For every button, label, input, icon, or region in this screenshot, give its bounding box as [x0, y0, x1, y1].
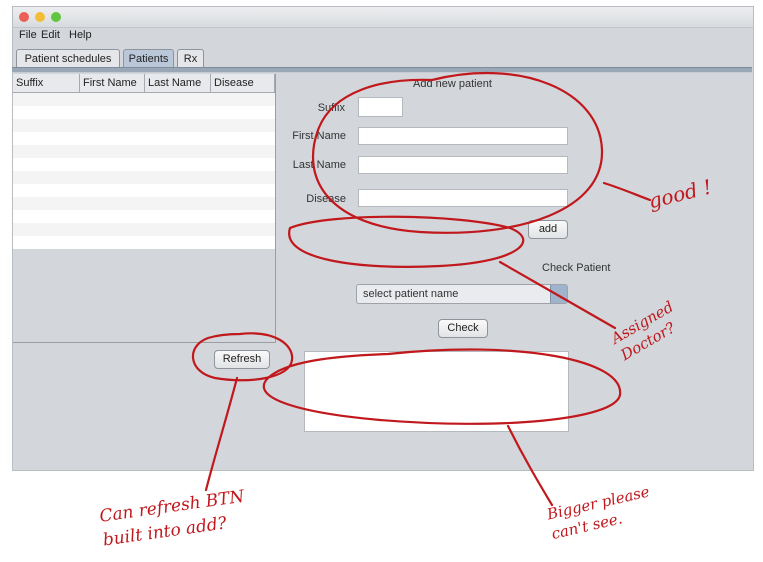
tab-content-border	[12, 67, 752, 73]
disease-label: Disease	[306, 193, 346, 205]
patient-select[interactable]: select patient name	[356, 284, 568, 304]
first-name-label: First Name	[292, 130, 346, 142]
table-row[interactable]	[13, 184, 275, 197]
tab-patients[interactable]: Patients	[123, 49, 174, 67]
last-name-label: Last Name	[292, 159, 346, 171]
table-row[interactable]	[13, 197, 275, 210]
menu-edit[interactable]: Edit	[41, 29, 60, 41]
check-patient-title: Check Patient	[542, 262, 611, 274]
table-row[interactable]	[13, 158, 275, 171]
patient-select-value: select patient name	[363, 288, 459, 300]
annotation-bigger-note: Bigger please can't see.	[545, 482, 652, 544]
refresh-button[interactable]: Refresh	[214, 350, 270, 369]
check-button[interactable]: Check	[438, 319, 488, 338]
suffix-label: Suffix	[317, 102, 345, 114]
tab-rx[interactable]: Rx	[177, 49, 204, 67]
table-row[interactable]	[13, 145, 275, 158]
disease-field[interactable]	[358, 189, 568, 207]
table-row[interactable]	[13, 93, 275, 106]
table-header: Suffix First Name Last Name Disease	[13, 74, 275, 93]
chevron-down-icon[interactable]	[550, 285, 567, 303]
title-bar	[13, 7, 753, 28]
maximize-window-icon[interactable]	[51, 12, 61, 22]
add-patient-title: Add new patient	[413, 78, 492, 90]
column-header-disease[interactable]: Disease	[211, 74, 275, 92]
menu-file[interactable]: File	[19, 29, 37, 41]
table-row[interactable]	[13, 171, 275, 184]
last-name-field[interactable]	[358, 156, 568, 174]
annotation-refresh-note: Can refresh BTN built into add?	[98, 486, 246, 551]
table-row[interactable]	[13, 106, 275, 119]
add-button[interactable]: add	[528, 220, 568, 239]
column-header-last-name[interactable]: Last Name	[145, 74, 211, 92]
table-row[interactable]	[13, 119, 275, 132]
first-name-field[interactable]	[358, 127, 568, 145]
patient-info-output[interactable]	[304, 351, 569, 432]
menu-help[interactable]: Help	[69, 29, 92, 41]
table-row[interactable]	[13, 132, 275, 145]
tab-patient-schedules[interactable]: Patient schedules	[16, 49, 120, 67]
minimize-window-icon[interactable]	[35, 12, 45, 22]
table-body[interactable]	[13, 93, 275, 249]
column-header-first-name[interactable]: First Name	[80, 74, 145, 92]
menu-bar: File Edit Help	[13, 27, 753, 44]
close-window-icon[interactable]	[19, 12, 29, 22]
table-row[interactable]	[13, 236, 275, 249]
column-header-suffix[interactable]: Suffix	[13, 74, 80, 92]
patients-table-panel: Suffix First Name Last Name Disease	[13, 74, 276, 343]
suffix-field[interactable]	[358, 97, 403, 117]
table-row[interactable]	[13, 210, 275, 223]
table-row[interactable]	[13, 223, 275, 236]
